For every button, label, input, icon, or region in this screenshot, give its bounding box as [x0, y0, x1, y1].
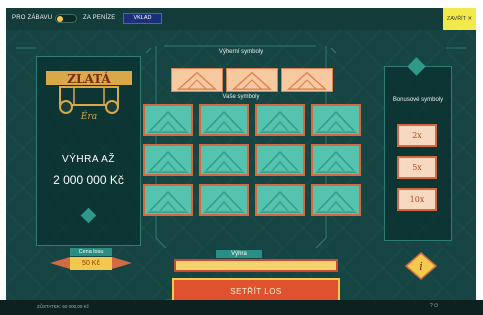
scratch-tile[interactable] — [199, 144, 249, 176]
bonus-symbols-title: Bonusové symboly — [392, 97, 444, 103]
scratch-tile[interactable] — [143, 184, 193, 216]
tile-art — [203, 108, 245, 133]
price-wing-left — [50, 257, 70, 269]
tile-art — [203, 148, 245, 173]
tile-art — [315, 188, 357, 213]
scratch-tile[interactable] — [143, 144, 193, 176]
footer-bar: ZŮSTATEK: 50 000,00 Kč ? ⏻ — [0, 300, 483, 315]
symbol-art — [231, 71, 273, 90]
win-amount-field — [174, 259, 338, 272]
scratch-tile[interactable] — [255, 184, 305, 216]
ticket-price-label: Cena losu — [70, 248, 112, 256]
tile-art — [259, 108, 301, 133]
scratch-tile[interactable] — [311, 144, 361, 176]
scratch-tile[interactable] — [311, 184, 361, 216]
info-button[interactable]: i — [404, 251, 438, 281]
bonus-panel — [384, 66, 452, 241]
scratch-tile[interactable] — [143, 104, 193, 136]
scratch-tile[interactable] — [311, 104, 361, 136]
info-icon: i — [419, 260, 423, 273]
tile-art — [315, 148, 357, 173]
scratch-tile[interactable] — [199, 104, 249, 136]
zlata-era-logo: ZLATÁ Éra — [46, 71, 132, 122]
winning-symbol[interactable] — [281, 68, 333, 92]
tile-art — [147, 188, 189, 213]
tile-art — [203, 188, 245, 213]
tile-art — [147, 108, 189, 133]
symbol-art — [286, 71, 328, 90]
game-frame: PRO ZÁBAVU ZA PENÍZE VKLAD ZAVŘÍT ✕ ZLAT… — [6, 8, 476, 308]
ticket-price: Cena losu 50 Kč — [46, 248, 136, 276]
tile-art — [259, 148, 301, 173]
price-wing-right — [112, 257, 132, 269]
scratch-tile[interactable] — [255, 144, 305, 176]
logo-subtext: Éra — [80, 110, 97, 122]
winning-symbol[interactable] — [171, 68, 223, 92]
winning-symbols-title: Výherní symboly — [218, 49, 264, 55]
your-symbols-title: Vaše symboly — [222, 94, 260, 100]
ticket-price-value: 50 Kč — [70, 257, 112, 270]
footer-icons[interactable]: ? ⏻ — [430, 303, 438, 309]
scratch-tile[interactable] — [255, 104, 305, 136]
tile-art — [259, 188, 301, 213]
bonus-symbol-10x[interactable]: 10x — [397, 188, 437, 211]
max-win-label: VÝHRA AŽ — [62, 154, 115, 165]
bonus-symbol-5x[interactable]: 5x — [397, 156, 437, 179]
balance-text: ZŮSTATEK: 50 000,00 Kč — [37, 304, 89, 309]
max-win-amount: 2 000 000 Kč — [53, 173, 124, 187]
tile-art — [147, 148, 189, 173]
winning-symbol[interactable] — [226, 68, 278, 92]
tile-art — [315, 108, 357, 133]
scratch-tile[interactable] — [199, 184, 249, 216]
symbol-art — [176, 71, 218, 90]
bonus-symbol-2x[interactable]: 2x — [397, 124, 437, 147]
win-field-label: Výhra — [216, 250, 262, 258]
logo-text: ZLATÁ — [67, 71, 111, 86]
